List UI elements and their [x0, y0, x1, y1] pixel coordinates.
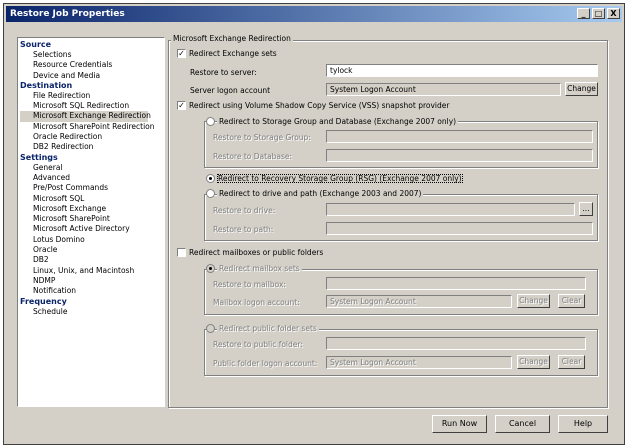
server-logon-label: Server logon account [190, 86, 271, 95]
nav-item-pre-post-commands[interactable]: Pre/Post Commands [20, 183, 164, 193]
nav-item-general[interactable]: General [20, 163, 164, 173]
nav-section-source: Source [20, 40, 52, 49]
drive-path-radio[interactable] [206, 189, 215, 198]
redirect-mailboxes-checkbox[interactable] [177, 248, 186, 257]
redirect-exchange-sets-label: Redirect Exchange sets [189, 49, 277, 58]
public-folder-change-button[interactable]: Change [517, 355, 550, 369]
drive-path-radio-label: Redirect to drive and path (Exchange 200… [217, 189, 424, 198]
restore-path-label: Restore to path: [213, 225, 274, 234]
nav-item-selections[interactable]: Selections [20, 50, 164, 60]
server-logon-field: System Logon Account [326, 83, 561, 96]
group-title: Microsoft Exchange Redirection [171, 34, 293, 43]
mailbox-logon-clear-button[interactable]: Clear [558, 294, 585, 308]
vss-label: Redirect using Volume Shadow Copy Servic… [189, 101, 450, 110]
nav-item-microsoft-sharepoint[interactable]: Microsoft SharePoint [20, 214, 164, 224]
mailbox-sets-radio-label: Redirect mailbox sets [217, 264, 302, 273]
restore-to-server-label: Restore to server: [190, 68, 257, 77]
mailbox-logon-field: System Logon Account [326, 295, 512, 308]
public-folder-logon-field: System Logon Account [326, 356, 512, 369]
close-button[interactable]: X [607, 8, 620, 19]
public-folder-clear-button[interactable]: Clear [558, 355, 585, 369]
nav-item-active-directory[interactable]: Microsoft Active Directory [20, 224, 164, 234]
restore-storage-group-label: Restore to Storage Group: [213, 133, 311, 142]
storage-group-radio[interactable] [206, 117, 215, 126]
public-folder-radio[interactable] [206, 324, 215, 333]
mailbox-logon-change-button[interactable]: Change [517, 294, 550, 308]
nav-item-notification[interactable]: Notification [20, 286, 164, 296]
nav-item-microsoft-exchange[interactable]: Microsoft Exchange [20, 204, 164, 214]
nav-item-db2-redirection[interactable]: DB2 Redirection [20, 142, 164, 152]
server-logon-change-button[interactable]: Change [565, 82, 598, 96]
nav-item-db2[interactable]: DB2 [20, 255, 164, 265]
run-now-button[interactable]: Run Now [432, 415, 487, 433]
help-button[interactable]: Help [558, 415, 608, 433]
storage-group-radio-label: Redirect to Storage Group and Database (… [217, 117, 459, 126]
nav-item-device-and-media[interactable]: Device and Media [20, 71, 164, 81]
minimize-button[interactable]: _ [577, 8, 590, 19]
nav-item-oracle-redirection[interactable]: Oracle Redirection [20, 132, 164, 142]
title-bar: Restore Job Properties _ □ X [6, 6, 622, 22]
nav-item-lotus-domino[interactable]: Lotus Domino [20, 235, 164, 245]
restore-drive-label: Restore to drive: [213, 206, 276, 215]
nav-item-ndmp[interactable]: NDMP [20, 276, 164, 286]
redirect-mailboxes-label: Redirect mailboxes or public folders [189, 248, 324, 257]
nav-item-linux-unix-mac[interactable]: Linux, Unix, and Macintosh [20, 266, 164, 276]
vss-checkbox[interactable]: ✓ [177, 101, 186, 110]
nav-section-settings: Settings [20, 152, 58, 162]
maximize-button[interactable]: □ [592, 8, 605, 19]
mailbox-logon-label: Mailbox logon account: [213, 298, 300, 307]
nav-item-sharepoint-redirection[interactable]: Microsoft SharePoint Redirection [20, 122, 164, 132]
rsg-radio[interactable] [206, 174, 215, 183]
restore-public-folder-label: Restore to public folder: [213, 340, 303, 349]
browse-drive-button[interactable]: ... [579, 202, 593, 216]
nav-section-destination: Destination [20, 80, 73, 90]
nav-item-oracle[interactable]: Oracle [20, 245, 164, 255]
restore-database-field [326, 149, 593, 162]
window-title: Restore Job Properties [10, 9, 125, 19]
restore-database-label: Restore to Database: [213, 152, 293, 161]
restore-mailbox-label: Restore to mailbox: [213, 280, 286, 289]
nav-item-microsoft-sql[interactable]: Microsoft SQL [20, 194, 164, 204]
nav-item-file-redirection[interactable]: File Redirection [20, 91, 164, 101]
cancel-button[interactable]: Cancel [495, 415, 550, 433]
nav-item-exchange-redirection[interactable]: Microsoft Exchange Redirection [20, 111, 151, 122]
restore-drive-field [326, 203, 575, 216]
properties-nav: Source Selections Resource Credentials D… [17, 37, 165, 407]
restore-mailbox-field [326, 277, 586, 290]
restore-path-field [326, 222, 593, 235]
nav-item-advanced[interactable]: Advanced [20, 173, 164, 183]
public-folder-logon-label: Public folder logon account: [213, 359, 318, 368]
restore-storage-group-field [326, 130, 593, 143]
nav-item-sql-redirection[interactable]: Microsoft SQL Redirection [20, 101, 164, 111]
nav-item-resource-credentials[interactable]: Resource Credentials [20, 60, 164, 70]
nav-section-frequency: Frequency [20, 296, 67, 306]
restore-to-server-input[interactable]: tylock [326, 64, 598, 77]
mailbox-sets-radio[interactable] [206, 264, 215, 273]
redirect-exchange-sets-checkbox[interactable]: ✓ [177, 49, 186, 58]
rsg-radio-label: Redirect to Recovery Storage Group (RSG)… [217, 174, 463, 183]
public-folder-radio-label: Redirect public folder sets [217, 324, 319, 333]
mailbox-sets-subgroup [204, 269, 598, 315]
restore-public-folder-field [326, 337, 586, 350]
nav-item-schedule[interactable]: Schedule [20, 307, 164, 317]
